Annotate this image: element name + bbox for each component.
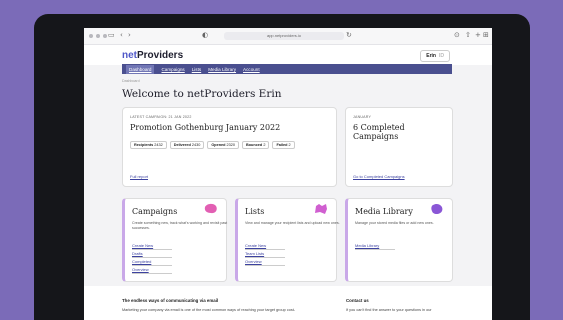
stat-delivered: Delivered 2430: [169, 141, 205, 149]
campaigns-description: Create something new, track what's worki…: [132, 221, 228, 230]
browser-window: ▭ ‹ › ◐ app.netproviders.io ↻ ⊙ ⇧ + ⊞ ne…: [84, 28, 492, 320]
completed-campaigns-card: JANUARY 6 Completed Campaigns Go to Comp…: [345, 107, 453, 187]
latest-campaign-title: Promotion Gothenburg January 2022: [130, 123, 281, 132]
lists-create-new-link[interactable]: Create New: [245, 242, 285, 250]
sidebar-toggle-icon[interactable]: ▭: [108, 31, 115, 39]
media-library-blob-icon: [431, 203, 443, 214]
media-library-description: Manage your stored media files or add ne…: [355, 221, 434, 225]
full-report-link[interactable]: Full report: [130, 174, 148, 179]
campaigns-title: Campaigns: [132, 207, 178, 216]
completed-label: JANUARY: [353, 115, 372, 119]
zoom-dot[interactable]: [103, 34, 107, 38]
lists-blob-icon: [315, 204, 327, 214]
nav-dashboard[interactable]: Dashboard: [126, 64, 155, 74]
reload-icon[interactable]: ↻: [346, 31, 352, 39]
download-icon[interactable]: ⊙: [454, 31, 460, 39]
latest-campaign-card: LATEST CAMPAIGN: 21 JAN 2022 Promotion G…: [122, 107, 337, 187]
nav-lists[interactable]: Lists: [192, 67, 201, 72]
stat-opened: Opened 2320: [207, 141, 239, 149]
back-icon[interactable]: ‹: [120, 31, 123, 39]
minimize-dot[interactable]: [96, 34, 100, 38]
forward-icon[interactable]: ›: [128, 31, 131, 39]
footer-text-communicating: Marketing your company via email is one …: [122, 308, 296, 312]
new-tab-icon[interactable]: +: [475, 31, 481, 39]
breadcrumb[interactable]: Dashboard: [122, 79, 140, 83]
nav-media-library[interactable]: Media Library: [208, 67, 236, 72]
close-dot[interactable]: [89, 34, 93, 38]
latest-campaign-label: LATEST CAMPAIGN: 21 JAN 2022: [130, 115, 192, 119]
lists-description: View and manage your recipient lists and…: [245, 221, 340, 225]
lists-team-lists-link[interactable]: Team Lists: [245, 250, 285, 258]
stat-bounced: Bounced 2: [242, 141, 270, 149]
footer: The endless ways of communicating via em…: [84, 286, 492, 320]
app-header: netProviders Erin ID: [84, 45, 492, 65]
lists-title: Lists: [245, 207, 265, 216]
campaigns-completed-link[interactable]: Completed: [132, 258, 172, 266]
stat-recipients: Recipients 2432: [130, 141, 167, 149]
app-logo[interactable]: netProviders: [122, 50, 183, 61]
campaign-stats: Recipients 2432 Delivered 2430 Opened 23…: [130, 141, 295, 149]
campaigns-links: Create New Drafts Completed Overview: [132, 242, 172, 274]
campaigns-create-new-link[interactable]: Create New: [132, 242, 172, 250]
window-controls[interactable]: [89, 34, 107, 38]
lists-overview-link[interactable]: Overview: [245, 258, 285, 266]
media-library-links: Media Library: [355, 242, 395, 250]
lists-links: Create New Team Lists Overview: [245, 242, 285, 266]
completed-title: 6 Completed Campaigns: [353, 123, 405, 141]
address-bar[interactable]: app.netproviders.io: [224, 32, 344, 40]
stat-failed: Failed 2: [272, 141, 295, 149]
campaigns-overview-link[interactable]: Overview: [132, 266, 172, 274]
footer-text-contact: If you can't find the answer to your que…: [346, 308, 432, 312]
media-library-link[interactable]: Media Library: [355, 242, 395, 250]
page-title: Welcome to netProviders Erin: [122, 88, 282, 100]
campaigns-drafts-link[interactable]: Drafts: [132, 250, 172, 258]
campaigns-card: Campaigns Create something new, track wh…: [122, 198, 227, 282]
browser-toolbar: ▭ ‹ › ◐ app.netproviders.io ↻ ⊙ ⇧ + ⊞: [84, 28, 492, 45]
user-menu-button[interactable]: Erin ID: [420, 50, 450, 62]
media-library-card: Media Library Manage your stored media f…: [345, 198, 453, 282]
completed-campaigns-link[interactable]: Go to Completed Campaigns: [353, 174, 405, 179]
lists-card: Lists View and manage your recipient lis…: [235, 198, 340, 282]
media-library-title: Media Library: [355, 207, 413, 216]
campaigns-blob-icon: [204, 203, 217, 214]
main-nav: Dashboard Campaigns Lists Media Library …: [122, 64, 452, 74]
footer-heading-contact: Contact us: [346, 298, 369, 303]
share-icon[interactable]: ⇧: [465, 31, 471, 39]
privacy-icon[interactable]: ◐: [202, 31, 208, 39]
footer-heading-communicating: The endless ways of communicating via em…: [122, 298, 219, 303]
nav-account[interactable]: Account: [243, 67, 260, 72]
tab-overview-icon[interactable]: ⊞: [483, 31, 489, 39]
nav-campaigns[interactable]: Campaigns: [161, 67, 184, 72]
